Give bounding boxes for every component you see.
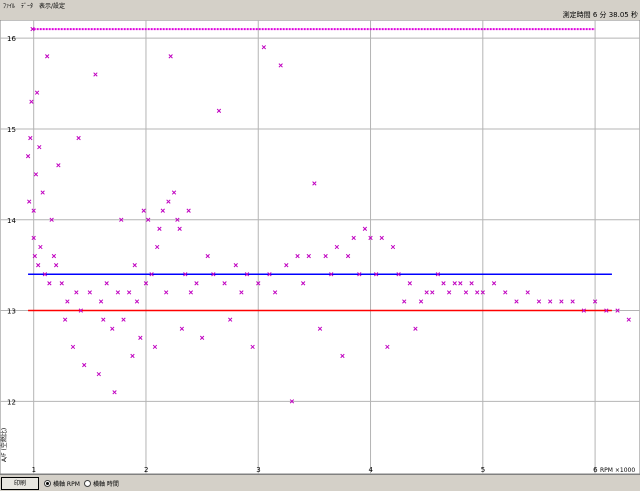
y-tick-label: 13: [7, 308, 16, 316]
menu-display[interactable]: 表示/設定: [36, 1, 68, 10]
x-tick-label: 6: [593, 466, 598, 474]
radio-icon: [84, 479, 91, 487]
measurement-time: 測定時間 6 分 38.05 秒: [562, 11, 638, 19]
status-bar: 印刷 横軸 RPM 横軸 時間: [0, 474, 640, 491]
y-tick-label: 16: [7, 35, 16, 43]
af-scatter-chart: 1 2 3 4 5 61213141516RPM ×1000A/F (空燃比): [0, 20, 640, 474]
rpm-axis-option[interactable]: 横軸 RPM: [44, 478, 80, 488]
y-axis-label: A/F (空燃比): [0, 428, 8, 462]
x-axis-label: RPM ×1000: [600, 467, 635, 474]
time-axis-option-label: 横軸 時間: [93, 480, 119, 488]
radio-icon: [44, 479, 51, 487]
menu-bar: ﾌｧｲﾙ ﾃﾞｰﾀ 表示/設定: [0, 0, 640, 10]
x-tick-label: 2: [144, 466, 148, 474]
y-tick-label: 14: [7, 217, 16, 225]
menu-file[interactable]: ﾌｧｲﾙ: [0, 1, 18, 10]
x-tick-label: 4: [369, 466, 374, 474]
x-tick-label: 1: [32, 466, 36, 474]
plot-background: [0, 20, 640, 474]
print-button[interactable]: 印刷: [1, 477, 39, 490]
rpm-axis-option-label: 横軸 RPM: [53, 480, 80, 488]
y-tick-label: 15: [7, 126, 16, 134]
time-axis-option[interactable]: 横軸 時間: [84, 478, 119, 488]
menu-data[interactable]: ﾃﾞｰﾀ: [18, 1, 36, 10]
x-tick-label: 5: [481, 466, 485, 474]
x-tick-label: 3: [256, 466, 260, 474]
y-tick-label: 12: [7, 398, 16, 406]
